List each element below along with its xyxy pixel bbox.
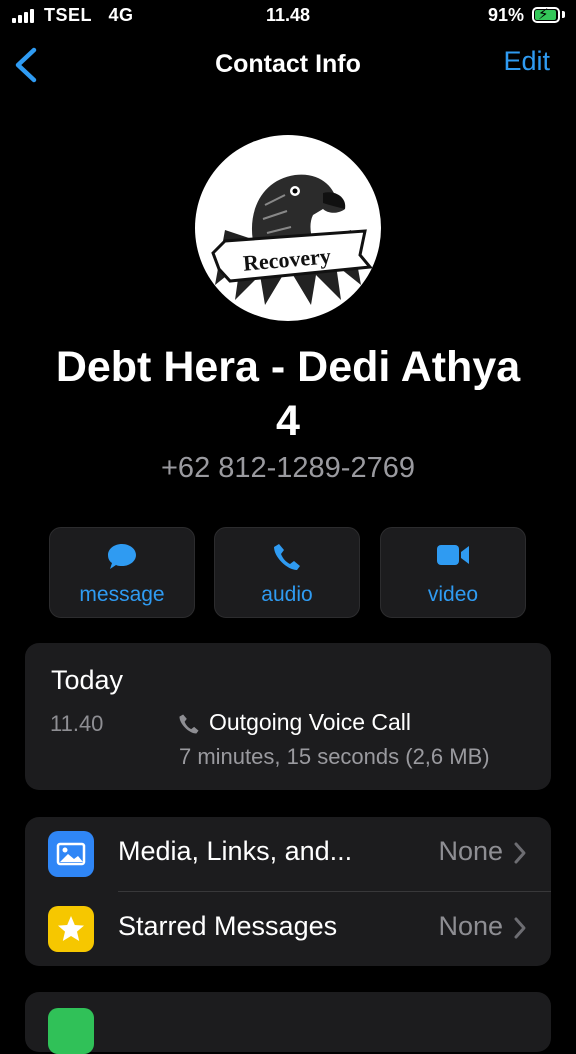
media-links-label: Media, Links, and... (118, 836, 353, 866)
status-bar: TSEL 4G 11.48 91% ⚡ (0, 0, 576, 32)
call-log-date: Today (51, 665, 124, 695)
battery-percentage: 91% (488, 5, 525, 25)
media-links-value: None (438, 836, 503, 866)
charging-icon: ⚡ (538, 6, 549, 23)
battery-cap (562, 11, 565, 18)
mute-options-card[interactable] (25, 992, 551, 1054)
page-title: Contact Info (215, 50, 361, 78)
photo-icon (48, 831, 94, 877)
call-type: Outgoing Voice Call (209, 709, 412, 735)
message-button[interactable]: message (49, 527, 195, 618)
avatar[interactable]: Recovery (195, 135, 381, 321)
speaker-icon (48, 1008, 94, 1054)
contact-name: Debt Hera - Dedi Athya 4 (55, 343, 521, 445)
call-log-card: Today 11.40 Outgoing Voice Call 7 minute… (25, 643, 551, 790)
video-label: video (427, 583, 479, 606)
starred-messages-row[interactable]: Starred Messages None (25, 892, 551, 966)
phone-icon (179, 714, 199, 734)
message-icon (108, 544, 136, 569)
media-links-row[interactable]: Media, Links, and... None (25, 817, 551, 891)
message-label: message (79, 583, 165, 606)
video-icon (437, 545, 469, 565)
video-call-button[interactable]: video (380, 527, 526, 618)
edit-button[interactable]: Edit (503, 46, 550, 77)
contact-phone[interactable]: +62 812-1289-2769 (0, 452, 576, 485)
phone-icon (274, 544, 300, 570)
star-icon (48, 906, 94, 952)
audio-label: audio (261, 583, 313, 606)
contact-options-list: Media, Links, and... None Starred Messag… (25, 817, 551, 966)
eagle-logo-icon: Recovery (211, 174, 373, 305)
starred-messages-value: None (438, 911, 503, 941)
chevron-right-icon (514, 917, 526, 939)
audio-call-button[interactable]: audio (214, 527, 360, 618)
chevron-right-icon (514, 842, 526, 864)
call-time: 11.40 (50, 711, 104, 736)
starred-messages-label: Starred Messages (118, 911, 338, 941)
call-detail: 7 minutes, 15 seconds (2,6 MB) (179, 744, 490, 769)
